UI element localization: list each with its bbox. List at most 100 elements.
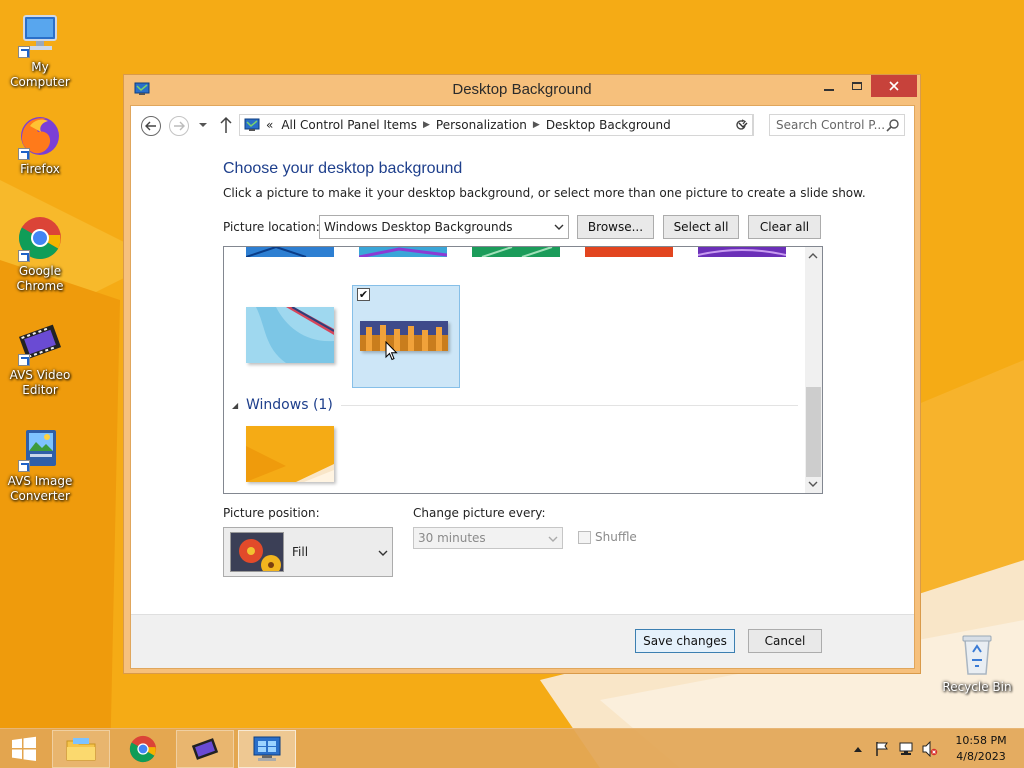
start-button[interactable] bbox=[0, 729, 48, 768]
tray-action-center[interactable] bbox=[872, 729, 892, 768]
scrollbar-thumb[interactable] bbox=[806, 387, 821, 477]
shuffle-label: Shuffle bbox=[595, 530, 637, 544]
cancel-button[interactable]: Cancel bbox=[748, 629, 822, 653]
breadcrumb-separator-icon[interactable]: ▶ bbox=[423, 120, 430, 130]
taskbar-google-chrome[interactable] bbox=[114, 730, 172, 768]
picture-position-label: Picture position: bbox=[223, 506, 320, 520]
position-preview-image bbox=[230, 532, 284, 572]
chrome-icon bbox=[16, 214, 64, 262]
breadcrumb-item-desktop-background[interactable]: Desktop Background bbox=[546, 118, 671, 132]
desktop-icon-firefox[interactable]: Firefox bbox=[0, 112, 80, 177]
clear-all-button[interactable]: Clear all bbox=[748, 215, 821, 239]
tray-volume[interactable] bbox=[920, 729, 940, 768]
save-changes-button[interactable]: Save changes bbox=[635, 629, 735, 653]
wallpaper-thumbnail[interactable] bbox=[246, 307, 334, 363]
refresh-button[interactable] bbox=[729, 114, 753, 136]
window-title: Desktop Background bbox=[452, 81, 592, 98]
wallpaper-thumbnail[interactable] bbox=[360, 321, 448, 351]
folder-icon bbox=[66, 738, 96, 761]
navigation-bar: « All Control Panel Items ▶ Personalizat… bbox=[131, 106, 914, 146]
search-placeholder: Search Control P... bbox=[776, 118, 886, 132]
wallpaper-gallery[interactable]: ✔ ◢ Windows (1) bbox=[223, 246, 823, 494]
clock-time: 10:58 PM bbox=[955, 734, 1007, 747]
wallpaper-thumbnail[interactable] bbox=[698, 247, 786, 257]
desktop-icon-label: Recycle Bin bbox=[942, 680, 1012, 694]
scroll-up-icon[interactable] bbox=[808, 251, 818, 261]
scroll-down-icon[interactable] bbox=[808, 479, 818, 489]
desktop-icon-google-chrome[interactable]: Google Chrome bbox=[0, 214, 80, 294]
forward-arrow-icon bbox=[174, 121, 185, 131]
breadcrumb-item-personalization[interactable]: Personalization bbox=[436, 118, 527, 132]
search-input[interactable]: Search Control P... bbox=[769, 114, 905, 136]
select-all-button[interactable]: Select all bbox=[663, 215, 739, 239]
wallpaper-thumbnail[interactable] bbox=[246, 426, 334, 482]
shortcut-arrow-icon bbox=[18, 46, 30, 58]
film-strip-icon bbox=[191, 738, 219, 760]
taskbar-clock[interactable]: 10:58 PM 4/8/2023 bbox=[946, 733, 1016, 765]
desktop-icon-recycle-bin[interactable]: Recycle Bin bbox=[937, 630, 1017, 695]
selected-wallpaper-tile[interactable]: ✔ bbox=[352, 285, 460, 388]
desktop-icon-my-computer[interactable]: My Computer bbox=[0, 10, 80, 90]
browse-button[interactable]: Browse... bbox=[577, 215, 654, 239]
shortcut-arrow-icon bbox=[18, 250, 30, 262]
recycle-bin-icon bbox=[953, 630, 1001, 678]
picture-location-dropdown[interactable]: Windows Desktop Backgrounds bbox=[319, 215, 569, 239]
thumbnail-checkbox[interactable]: ✔ bbox=[357, 288, 370, 301]
taskbar-file-explorer[interactable] bbox=[52, 730, 110, 768]
title-bar[interactable]: Desktop Background bbox=[124, 75, 920, 105]
breadcrumb-item-all-control-panel-items[interactable]: All Control Panel Items bbox=[281, 118, 417, 132]
chevron-down-icon bbox=[378, 550, 388, 556]
desktop-icon-label: My Computer bbox=[10, 60, 70, 89]
change-picture-dropdown[interactable]: 30 minutes bbox=[413, 527, 563, 549]
windows-logo-icon bbox=[12, 736, 36, 761]
back-button[interactable] bbox=[141, 116, 161, 136]
show-hidden-icons-button[interactable] bbox=[850, 729, 866, 768]
breadcrumb-overflow[interactable]: « bbox=[266, 118, 273, 132]
picture-location-label: Picture location: bbox=[223, 220, 320, 234]
desktop-icon-label: AVS Video Editor bbox=[9, 368, 71, 397]
mouse-pointer-icon bbox=[385, 341, 398, 361]
search-icon bbox=[886, 119, 899, 132]
forward-button[interactable] bbox=[169, 116, 189, 136]
up-arrow-icon[interactable] bbox=[219, 115, 233, 135]
desktop-icon-avs-image-converter[interactable]: AVS Image Converter bbox=[0, 424, 80, 504]
wallpaper-thumbnail[interactable] bbox=[472, 247, 560, 257]
picture-position-value: Fill bbox=[292, 545, 309, 559]
firefox-icon bbox=[16, 112, 64, 160]
tray-network[interactable] bbox=[896, 729, 916, 768]
address-bar[interactable]: « All Control Panel Items ▶ Personalizat… bbox=[239, 114, 754, 136]
picture-position-dropdown[interactable]: Fill bbox=[223, 527, 393, 577]
taskbar-control-panel[interactable] bbox=[238, 730, 296, 768]
shuffle-checkbox-box[interactable] bbox=[578, 530, 591, 544]
wallpaper-thumbnail[interactable] bbox=[585, 247, 673, 257]
page-description: Click a picture to make it your desktop … bbox=[223, 186, 866, 200]
shortcut-arrow-icon bbox=[18, 460, 30, 472]
clock-date: 4/8/2023 bbox=[956, 750, 1006, 763]
change-picture-label: Change picture every: bbox=[413, 506, 546, 520]
control-panel-icon bbox=[244, 118, 260, 131]
group-header-label: Windows (1) bbox=[246, 397, 333, 413]
gallery-scrollbar[interactable] bbox=[805, 247, 822, 493]
wallpaper-thumbnail[interactable] bbox=[359, 247, 447, 257]
recent-locations-chevron-icon[interactable] bbox=[197, 119, 209, 131]
chevron-up-icon bbox=[854, 747, 862, 752]
chevron-down-icon bbox=[554, 224, 564, 230]
minimize-button[interactable] bbox=[814, 75, 844, 97]
close-button[interactable] bbox=[871, 75, 917, 97]
network-icon bbox=[899, 742, 913, 755]
chrome-icon bbox=[129, 735, 157, 763]
film-strip-icon bbox=[16, 318, 64, 366]
desktop-icon-label: Firefox bbox=[20, 162, 60, 176]
desktop-icon-avs-video-editor[interactable]: AVS Video Editor bbox=[0, 318, 80, 398]
speaker-muted-icon bbox=[922, 741, 938, 757]
maximize-button[interactable] bbox=[842, 75, 872, 97]
group-header-windows[interactable]: ◢ Windows (1) bbox=[232, 396, 798, 414]
breadcrumb-separator-icon[interactable]: ▶ bbox=[533, 120, 540, 130]
control-panel-icon bbox=[253, 736, 281, 761]
chevron-down-icon bbox=[548, 536, 558, 542]
wallpaper-thumbnail[interactable] bbox=[246, 247, 334, 257]
change-picture-value: 30 minutes bbox=[418, 531, 486, 545]
collapse-triangle-icon[interactable]: ◢ bbox=[232, 401, 242, 410]
shuffle-checkbox[interactable]: Shuffle bbox=[578, 530, 637, 544]
taskbar-avs-video-editor[interactable] bbox=[176, 730, 234, 768]
